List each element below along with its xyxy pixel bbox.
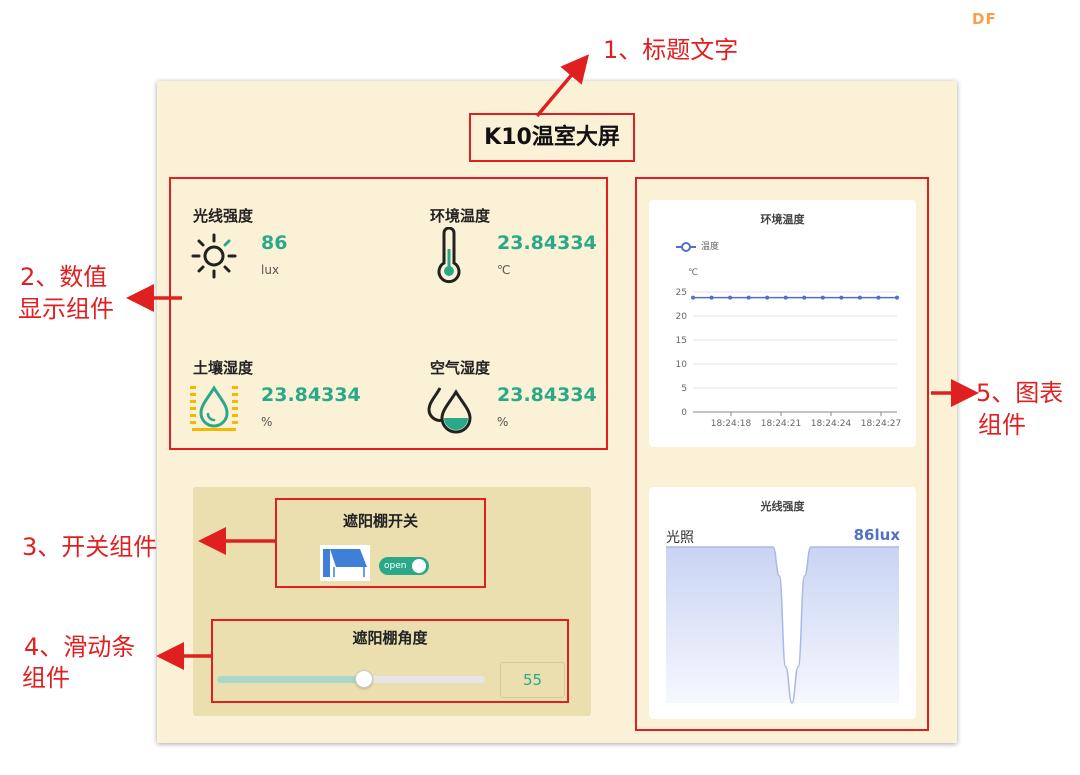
annotation-arrows bbox=[126, 54, 979, 670]
arrow-to-title-label bbox=[535, 54, 590, 118]
